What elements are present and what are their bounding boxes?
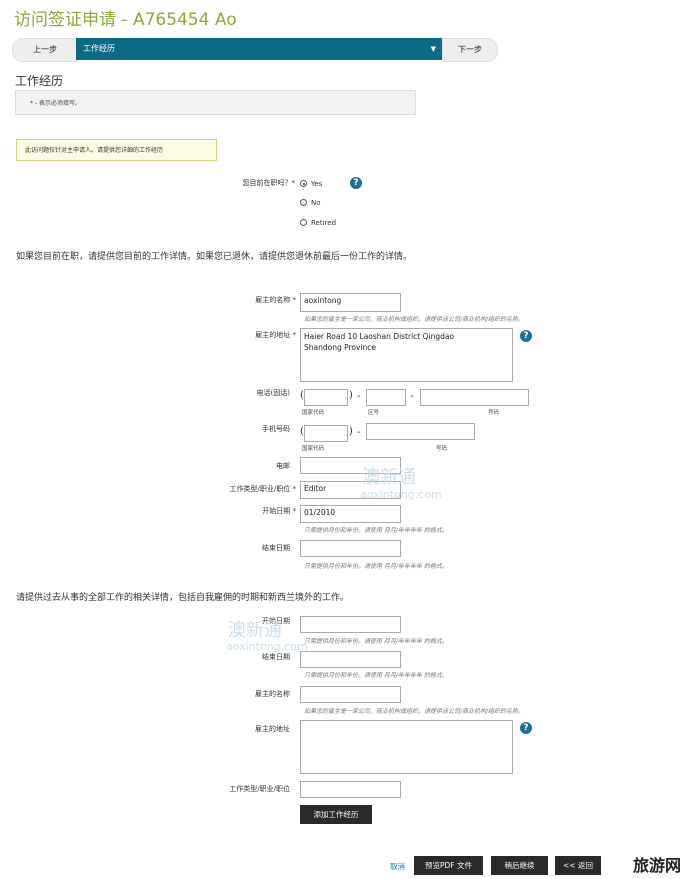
employer-name-label: 雇主的名称 * [255, 296, 296, 304]
corner-watermark: 旅游网 [632, 856, 681, 875]
mobile-country-input[interactable] [304, 425, 348, 442]
past-job-type-input[interactable] [300, 781, 401, 798]
end-date-input[interactable] [300, 540, 401, 557]
job-type-label: 工作类型/职业/职位 * [229, 485, 296, 493]
mobile-number-input[interactable] [366, 423, 475, 440]
cancel-link[interactable]: 取消 [390, 861, 405, 872]
chevron-down-icon: ▼ [430, 45, 436, 53]
start-date-label: 开始日期 * [262, 507, 296, 515]
preview-pdf-button[interactable]: 预览PDF 文件 [414, 856, 483, 875]
end-date-hint: 只需提供月份和年份。请使用 月月/年年年年 的格式。 [304, 563, 448, 570]
start-date-hint: 只需提供月份和年份。请使用 月月/年年年年 的格式。 [304, 527, 448, 534]
paren-close: ) [349, 426, 353, 437]
past-job-type-label: 工作类型/职业/职位 [229, 785, 290, 793]
address-textarea[interactable]: Haier Road 10 Laoshan District Qingdao S… [300, 328, 513, 382]
dash: - [357, 427, 361, 438]
past-start-hint: 只需提供月份和年份。请使用 月月/年年年年 的格式。 [304, 638, 448, 645]
mobile-number-caption: 号码 [436, 446, 448, 452]
email-label: 电邮 [276, 462, 290, 470]
past-address-label: 雇主的地址 [255, 725, 290, 733]
past-end-label: 结束日期 [262, 653, 290, 661]
step-select[interactable]: 工作经历 ▼ [76, 38, 442, 60]
section-title: 工作经历 [15, 74, 64, 88]
radio-no[interactable]: No [300, 199, 321, 207]
prev-step-button[interactable]: 上一步 [12, 38, 78, 62]
end-date-label: 结束日期 [262, 544, 290, 552]
phone-label: 电话(固话) [256, 389, 290, 397]
back-button[interactable]: << 返回 [555, 856, 601, 875]
past-start-input[interactable] [300, 616, 401, 633]
phone-number-input[interactable] [420, 389, 529, 406]
past-job-intro: 请提供过去从事的全部工作的相关详情，包括自我雇佣的时期和新西兰境外的工作。 [16, 593, 350, 603]
radio-yes-dot [300, 180, 307, 187]
paren-close: ) [349, 390, 353, 401]
employer-name-input[interactable]: aoxintong [300, 293, 401, 312]
phone-country-input[interactable] [304, 389, 348, 406]
next-step-button[interactable]: 下一步 [442, 38, 498, 62]
radio-no-dot [300, 199, 307, 206]
help-icon[interactable]: ? [350, 177, 362, 189]
save-later-button[interactable]: 稍后继续 [491, 856, 548, 875]
watermark-text: 澳新通 [228, 620, 282, 641]
page-title: 访问签证申请 - A765454 Ao [14, 10, 237, 30]
dash: - [357, 391, 361, 402]
radio-retired-dot [300, 219, 307, 226]
phone-area-caption: 区号 [368, 410, 380, 416]
past-end-input[interactable] [300, 651, 401, 668]
past-employer-name-hint: 如果您的雇主是一家公司、商业机构或组织，请提供该公司/商业机构/组织的名称。 [304, 708, 525, 715]
add-work-history-button[interactable]: 添加工作经历 [300, 805, 372, 824]
phone-number-caption: 号码 [488, 410, 500, 416]
radio-retired[interactable]: Retired [300, 219, 336, 227]
radio-yes[interactable]: Yes [300, 180, 322, 188]
past-end-hint: 只需提供月份和年份。请使用 月月/年年年年 的格式。 [304, 672, 448, 679]
current-job-intro: 如果您目前在职，请提供您目前的工作详情。如果您已退休，请提供您退休前最后一份工作… [16, 252, 413, 262]
notice-box: 此访问题仅针对主申请人。请提供您详细的工作经历 [16, 139, 217, 161]
address-label: 雇主的地址 * [255, 331, 296, 339]
start-date-input[interactable]: 01/2010 [300, 505, 401, 523]
employer-name-hint: 如果您的雇主是一家公司、商业机构或组织，请提供该公司/商业机构/组织的名称。 [304, 316, 525, 323]
past-employer-name-label: 雇主的名称 [255, 690, 290, 698]
past-employer-name-input[interactable] [300, 686, 401, 703]
required-note: * - 表示必须填写。 [15, 90, 416, 115]
past-address-help-icon[interactable]: ? [520, 722, 532, 734]
employment-question-label: 您目前在职吗？* [242, 179, 296, 187]
watermark-url: aoxintong.com [360, 488, 442, 501]
watermark-url: aoxintong.com [226, 640, 308, 653]
mobile-country-caption: 国家代码 [302, 446, 325, 452]
watermark-text: 澳新通 [362, 467, 416, 488]
address-help-icon[interactable]: ? [520, 330, 532, 342]
step-navigation: 上一步 工作经历 ▼ 下一步 [12, 38, 498, 62]
dash: - [410, 391, 414, 402]
phone-country-caption: 国家代码 [302, 410, 325, 416]
phone-area-input[interactable] [366, 389, 406, 406]
mobile-label: 手机号码 [262, 425, 290, 433]
past-address-textarea[interactable] [300, 720, 513, 774]
step-select-value: 工作经历 [83, 44, 115, 53]
